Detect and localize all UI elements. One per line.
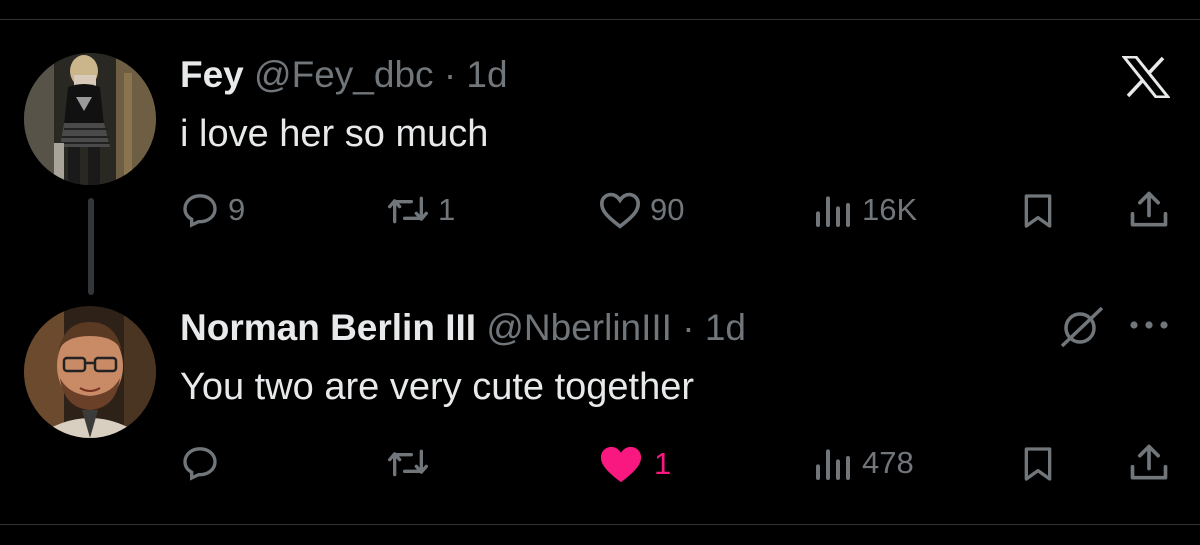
reply-button[interactable] bbox=[180, 443, 228, 483]
bookmark-icon[interactable] bbox=[1018, 444, 1058, 484]
avatar[interactable] bbox=[24, 306, 156, 438]
avatar[interactable] bbox=[24, 53, 156, 185]
tweet-header: Fey @Fey_dbc · 1d bbox=[180, 53, 508, 97]
view-count: 478 bbox=[862, 445, 914, 480]
repost-count: 1 bbox=[438, 192, 456, 227]
tweet-text: i love her so much bbox=[180, 113, 489, 155]
bookmark-icon[interactable] bbox=[1018, 191, 1058, 231]
share-icon[interactable] bbox=[1127, 188, 1171, 232]
timestamp[interactable]: 1d bbox=[466, 54, 507, 95]
views-icon bbox=[816, 196, 850, 227]
share-icon[interactable] bbox=[1127, 441, 1171, 485]
display-name[interactable]: Norman Berlin III bbox=[180, 307, 476, 348]
bottom-divider bbox=[0, 524, 1200, 525]
top-divider bbox=[0, 19, 1200, 20]
user-handle[interactable]: @Fey_dbc bbox=[254, 54, 433, 95]
like-button[interactable]: 90 bbox=[598, 190, 684, 230]
like-count: 90 bbox=[650, 192, 685, 227]
views-button[interactable]: 16K bbox=[812, 190, 917, 230]
timestamp[interactable]: 1d bbox=[705, 307, 746, 348]
reply-button[interactable]: 9 bbox=[180, 190, 245, 230]
more-icon[interactable] bbox=[1128, 318, 1170, 332]
user-handle[interactable]: @NberlinIII bbox=[486, 307, 672, 348]
tweet-text: You two are very cute together bbox=[180, 366, 695, 408]
reply-count: 9 bbox=[228, 192, 246, 227]
thread-line bbox=[88, 198, 94, 295]
views-button[interactable]: 478 bbox=[812, 443, 914, 483]
heart-filled-icon bbox=[600, 446, 642, 483]
like-button[interactable]: 1 bbox=[598, 443, 671, 485]
separator: · bbox=[443, 54, 457, 95]
repost-icon bbox=[387, 449, 428, 477]
display-name[interactable]: Fey bbox=[180, 54, 244, 95]
view-count: 16K bbox=[862, 192, 918, 227]
tweet-header: Norman Berlin III @NberlinIII · 1d bbox=[180, 306, 746, 350]
x-logo-icon[interactable] bbox=[1122, 56, 1170, 98]
reply-icon bbox=[183, 447, 217, 481]
like-count: 1 bbox=[654, 446, 672, 481]
separator: · bbox=[682, 307, 695, 348]
repost-icon bbox=[387, 196, 428, 224]
reply-icon bbox=[183, 194, 217, 228]
repost-button[interactable] bbox=[386, 443, 438, 483]
heart-icon bbox=[599, 192, 641, 229]
grok-icon[interactable] bbox=[1056, 304, 1108, 350]
views-icon bbox=[816, 449, 850, 480]
repost-button[interactable]: 1 bbox=[386, 190, 455, 230]
